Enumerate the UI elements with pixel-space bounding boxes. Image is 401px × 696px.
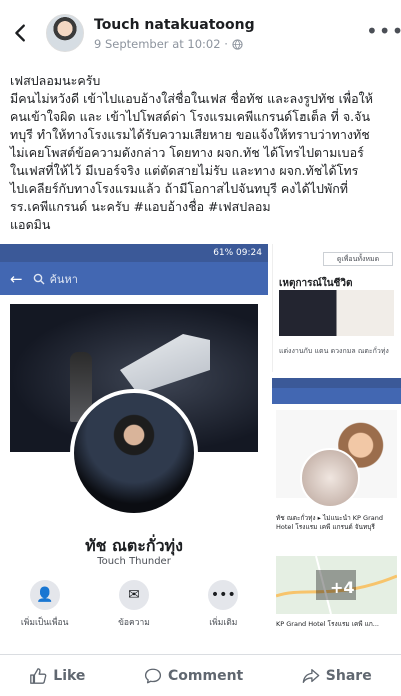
like-button[interactable]: Like: [29, 667, 85, 685]
add-friend-action: 👤 เพิ่มเป็นเพื่อน: [10, 580, 80, 629]
post-line: ในเฟสที่ให้ไว้ มีเบอร์จริง แต่ตัดสายไม่ร…: [10, 163, 359, 178]
share-button[interactable]: Share: [302, 667, 372, 685]
globe-icon: [232, 38, 243, 50]
profile-actions: 👤 เพิ่มเป็นเพื่อน ✉ ข้อความ ••• เพิ่มเติ…: [0, 580, 268, 629]
post-meta: 9 September at 10:02 ·: [94, 37, 243, 51]
back-arrow-icon[interactable]: [10, 22, 32, 44]
author-avatar[interactable]: [46, 14, 84, 52]
post-line: ทบุรี ทำให้ทางโรงแรมได้รับความเสียหาย ขอ…: [10, 127, 370, 142]
more-options-icon[interactable]: •••: [366, 21, 401, 41]
post-line: มีคนไม่หวังดี เข้าไปแอบอ้างใส่ชื่อในเฟส …: [10, 91, 374, 106]
post-line: คนเข้าใจผิด และ เข้าไปโพสด์ด่า โรงแรมเคพ…: [10, 109, 371, 124]
search-icon: [33, 273, 45, 284]
post-line: รร.เคพีแกรนด์ นะครับ #แอบอ้างชื่อ #เฟสปล…: [10, 199, 271, 214]
messenger-icon: ✉: [118, 580, 149, 610]
status-text: 61% 09:24: [213, 248, 262, 258]
action-label: เพิ่มเป็นเพื่อน: [20, 618, 69, 628]
comment-label: Comment: [168, 667, 244, 684]
profile-picture: [300, 448, 360, 508]
post-text: เฟสปลอมนะครับ มีคนไม่หวังดี เข้าไปแอบอ้า…: [10, 72, 396, 234]
fb-search-bar: ← ค้นหา: [0, 262, 268, 295]
screenshot-image-profile[interactable]: 61% 09:24 ← ค้นหา ทัช ณตะกั่วทุ่ง Touch …: [0, 244, 268, 644]
comment-button[interactable]: Comment: [144, 667, 243, 685]
action-label: เพิ่มเติม: [209, 618, 238, 628]
post-header: Touch natakuatoong 9 September at 10:02 …: [0, 0, 401, 66]
post-line: แอดมิน: [10, 217, 51, 232]
life-event-photos: [279, 290, 394, 336]
hotel-name: KP Grand Hotel โรงแรม เคพี แก...: [276, 620, 379, 628]
post-timestamp[interactable]: 9 September at 10:02 ·: [94, 37, 228, 51]
share-arrow-icon: [302, 668, 320, 683]
like-label: Like: [53, 667, 86, 684]
like-thumb-icon: [30, 667, 47, 684]
message-action: ✉ ข้อความ: [99, 580, 169, 629]
life-events-title: เหตุการณ์ในชีวิต: [279, 278, 353, 289]
search-field: ค้นหา: [33, 270, 78, 288]
screenshot-image-hotel-review[interactable]: ทัช ณตะกั่วทุ่ง ▸ ไม่แนะนำ KP Grand Hote…: [272, 378, 401, 650]
search-placeholder: ค้นหา: [49, 272, 78, 286]
profile-picture: [70, 389, 198, 517]
review-post-text: ทัช ณตะกั่วทุ่ง ▸ ไม่แนะนำ KP Grand Hote…: [276, 514, 383, 531]
post-line: ไปเคลียร์กับทางโรงแรมแล้ว ถ้ามีโอกาสไปจั…: [10, 181, 349, 196]
piano-shape: [120, 334, 210, 394]
post-line: เฟสปลอมนะครับ: [10, 73, 101, 88]
add-friend-icon: 👤: [29, 580, 60, 610]
post-line: ไม่เคยโพสต์ข้อความดังกล่าว โดยทาง ผจก.ทั…: [10, 145, 364, 160]
phone-status-bar: 61% 09:24: [0, 244, 268, 262]
profile-subtitle: Touch Thunder: [97, 556, 171, 567]
more-dots-icon: •••: [208, 580, 239, 610]
share-label: Share: [325, 667, 372, 684]
comment-bubble-icon: [144, 668, 162, 683]
fb-search-bar: [272, 388, 401, 404]
phone-status-bar: [272, 378, 401, 388]
more-action: ••• เพิ่มเติม: [188, 580, 258, 629]
post-action-bar: Like Comment Share: [0, 654, 401, 696]
author-name[interactable]: Touch natakuatoong: [94, 17, 255, 33]
more-photos-count: +4: [330, 578, 355, 597]
see-all-friends-button: ดูเพื่อนทั้งหมด: [323, 252, 393, 266]
screenshot-image-life-event[interactable]: ดูเพื่อนทั้งหมด เหตุการณ์ในชีวิต แต่งงาน…: [272, 244, 401, 372]
life-event-caption: แต่งงานกับ แตน ดวงกมล ณตะกั่วทุ่ง: [279, 347, 389, 355]
back-arrow-icon: ←: [10, 269, 23, 288]
action-label: ข้อความ: [118, 618, 150, 628]
